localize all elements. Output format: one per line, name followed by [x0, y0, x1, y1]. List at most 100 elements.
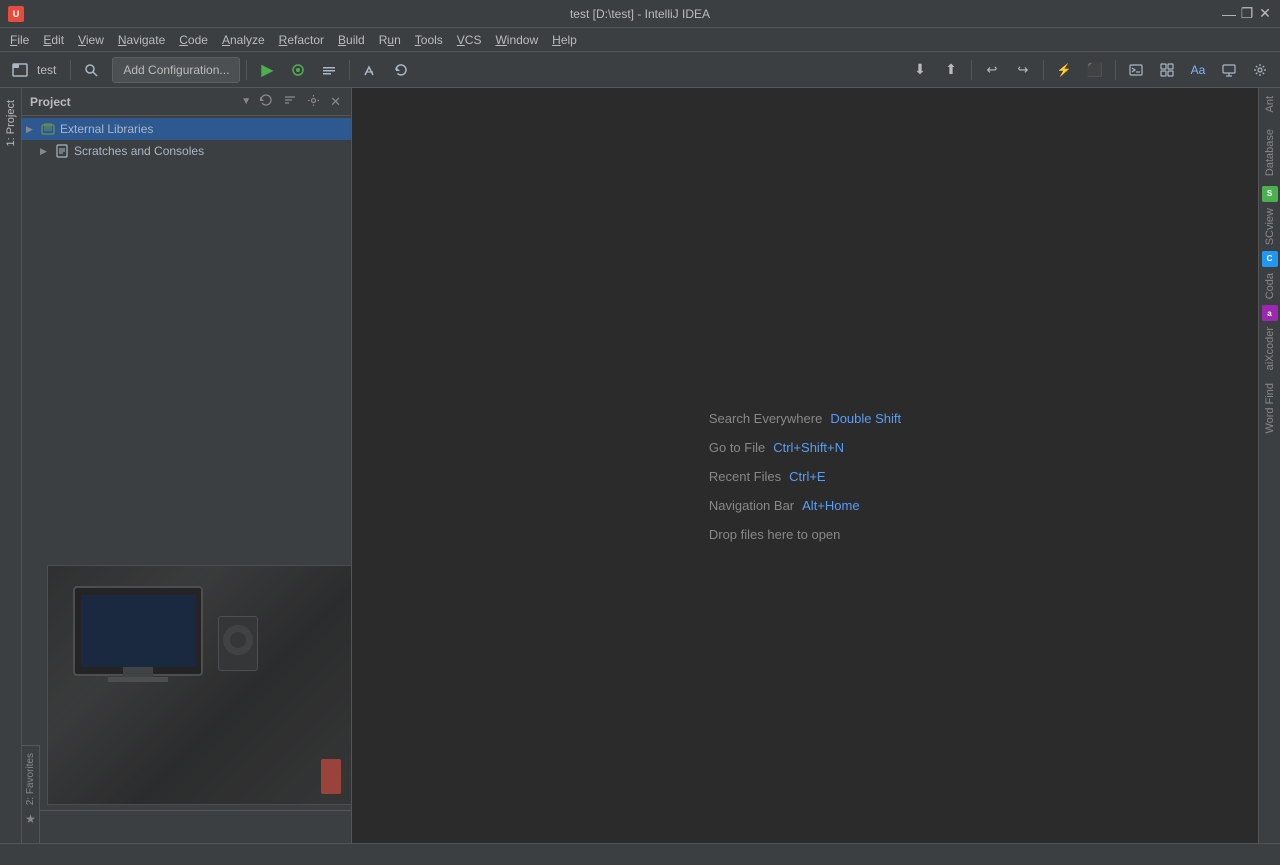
toolbar-separator-1: [70, 60, 71, 80]
menu-edit[interactable]: Edit: [37, 31, 70, 49]
terminal-button[interactable]: [1122, 56, 1150, 84]
toolbar-separator-2: [246, 60, 247, 80]
recent-files-shortcut: Ctrl+E: [789, 469, 825, 484]
coverage-button[interactable]: [315, 56, 343, 84]
menu-run[interactable]: Run: [373, 31, 407, 49]
left-tab-strip: 1: Project: [0, 88, 22, 865]
preview-image-area: [47, 565, 352, 805]
menu-vcs[interactable]: VCS: [451, 31, 488, 49]
window-title: test [D:\test] - IntelliJ IDEA: [570, 7, 710, 21]
menu-file[interactable]: File: [4, 31, 35, 49]
menu-bar: File Edit View Navigate Code Analyze Ref…: [0, 28, 1280, 52]
menu-view[interactable]: View: [72, 31, 110, 49]
build-button[interactable]: [356, 56, 384, 84]
hint-drop-files: Drop files here to open: [709, 527, 901, 542]
right-tab-database[interactable]: Database: [1261, 121, 1279, 184]
scratches-label: Scratches and Consoles: [74, 144, 204, 158]
project-panel-arrow[interactable]: ▼: [241, 96, 251, 107]
search-everywhere-shortcut: Double Shift: [830, 411, 901, 426]
reload-button[interactable]: [387, 56, 415, 84]
menu-code[interactable]: Code: [173, 31, 214, 49]
tree-arrow-scratches: ▶: [40, 146, 54, 157]
project-collapse-icon[interactable]: [281, 91, 299, 112]
right-panels: Ant Database S SCview C Coda a aiXcoder …: [1258, 88, 1280, 865]
navigation-bar-shortcut: Alt+Home: [802, 498, 859, 513]
right-tab-scview-container[interactable]: S SCview: [1261, 184, 1279, 249]
toolbar-separator-6: [1115, 60, 1116, 80]
hint-go-to-file: Go to File Ctrl+Shift+N: [709, 440, 901, 455]
menu-tools[interactable]: Tools: [409, 31, 449, 49]
stop-button[interactable]: ⬛: [1081, 56, 1109, 84]
tree-item-external-libraries[interactable]: ▶ External Libraries: [22, 118, 351, 140]
menu-help[interactable]: Help: [546, 31, 583, 49]
external-libraries-icon: [40, 121, 56, 137]
project-structure-button[interactable]: [1153, 56, 1181, 84]
toolbar-separator-5: [1043, 60, 1044, 80]
toolbar-right: ⬇ ⬆ ↩ ↪ ⚡ ⬛ Aa: [906, 56, 1274, 84]
navigate-back-button[interactable]: ⬇: [906, 56, 934, 84]
favorites-tab[interactable]: 2: Favorites: [23, 750, 38, 808]
redo-button[interactable]: ↪: [1009, 56, 1037, 84]
scratches-icon: [54, 143, 70, 159]
project-icon-button[interactable]: [6, 56, 34, 84]
debug-button[interactable]: [284, 56, 312, 84]
navigation-bar-label: Navigation Bar: [709, 498, 794, 513]
app-icon: U: [8, 6, 24, 22]
add-configuration-button[interactable]: Add Configuration...: [112, 57, 240, 83]
preview-mock: [48, 566, 351, 804]
hint-search-everywhere: Search Everywhere Double Shift: [709, 411, 901, 426]
search-button[interactable]: [77, 56, 105, 84]
project-name: test: [37, 63, 56, 77]
go-to-file-label: Go to File: [709, 440, 765, 455]
right-tab-coda[interactable]: Coda: [1261, 269, 1279, 303]
monitor-base: [108, 677, 168, 682]
favorites-star-icon: ★: [25, 812, 36, 826]
window-controls: — ❐ ✕: [1222, 7, 1272, 21]
status-bar: [0, 843, 1280, 865]
right-tab-aixcoder[interactable]: aiXcoder: [1261, 323, 1279, 374]
menu-analyze[interactable]: Analyze: [216, 31, 271, 49]
hint-navigation-bar: Navigation Bar Alt+Home: [709, 498, 901, 513]
settings-button[interactable]: [1246, 56, 1274, 84]
title-bar: U test [D:\test] - IntelliJ IDEA — ❐ ✕: [0, 0, 1280, 28]
menu-window[interactable]: Window: [489, 31, 544, 49]
run-button[interactable]: ▶: [253, 56, 281, 84]
tree-item-scratches-consoles[interactable]: ▶ Scratches and Consoles: [22, 140, 351, 162]
translate-button[interactable]: Aa: [1184, 56, 1212, 84]
search-everywhere-label: Search Everywhere: [709, 411, 822, 426]
navigate-forward-button[interactable]: ⬆: [937, 56, 965, 84]
close-button[interactable]: ✕: [1258, 7, 1272, 21]
undo-button[interactable]: ↩: [978, 56, 1006, 84]
right-tab-aixcoder-container[interactable]: a aiXcoder: [1261, 303, 1279, 374]
go-to-file-shortcut: Ctrl+Shift+N: [773, 440, 844, 455]
tree-arrow-external-libraries: ▶: [26, 124, 40, 135]
speaker-shape: [218, 616, 258, 671]
presentation-button[interactable]: [1215, 56, 1243, 84]
preview-accent: [321, 759, 341, 794]
project-settings-icon[interactable]: [305, 92, 322, 112]
toolbar: test Add Configuration... ▶: [0, 52, 1280, 88]
right-tab-wordfind[interactable]: Word Find: [1261, 375, 1279, 442]
sidebar-tab-project[interactable]: 1: Project: [2, 92, 20, 154]
menu-refactor[interactable]: Refactor: [273, 31, 330, 49]
right-tab-ant[interactable]: Ant: [1261, 88, 1279, 121]
monitor-shape: [73, 586, 203, 676]
project-panel: Project ▼ ✕: [22, 88, 352, 865]
menu-navigate[interactable]: Navigate: [112, 31, 171, 49]
maximize-button[interactable]: ❐: [1240, 7, 1254, 21]
aixcoder-indicator: a: [1262, 305, 1278, 321]
content-area: Search Everywhere Double Shift Go to Fil…: [352, 88, 1258, 865]
project-panel-header: Project ▼ ✕: [22, 88, 351, 116]
project-close-icon[interactable]: ✕: [328, 92, 343, 112]
project-panel-title: Project: [30, 95, 235, 109]
hint-recent-files: Recent Files Ctrl+E: [709, 469, 901, 484]
recent-files-label: Recent Files: [709, 469, 781, 484]
right-tab-coda-container[interactable]: C Coda: [1261, 249, 1279, 303]
right-tab-scview[interactable]: SCview: [1261, 204, 1279, 249]
scview-indicator: S: [1262, 186, 1278, 202]
main-area: 1: Project Project ▼: [0, 88, 1280, 865]
project-sync-icon[interactable]: [257, 91, 275, 112]
menu-build[interactable]: Build: [332, 31, 371, 49]
minimize-button[interactable]: —: [1222, 7, 1236, 21]
power-save-button[interactable]: ⚡: [1050, 56, 1078, 84]
